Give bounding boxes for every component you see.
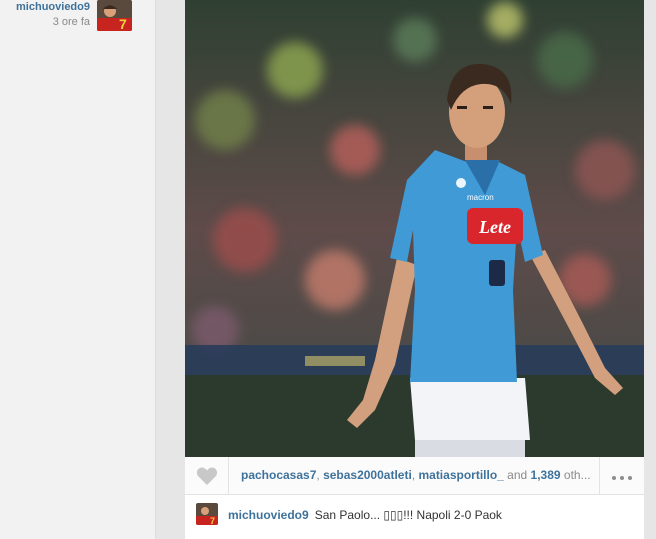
caption-username[interactable]: michuoviedo9 (228, 508, 309, 522)
caption-text-line: michuoviedo9 San Paolo... ▯▯▯!!! Napoli 2… (228, 508, 502, 522)
liker-link[interactable]: pachocasas7 (241, 468, 316, 482)
post-actions: pachocasas7, sebas2000atleti, matiasport… (185, 457, 644, 495)
likes-others: oth... (560, 468, 591, 482)
heart-icon (196, 466, 217, 485)
ellipsis-icon (610, 467, 634, 485)
post-timestamp: 3 ore fa (52, 16, 90, 28)
post-author: michuoviedo9 3 ore fa (0, 0, 90, 29)
liker-link[interactable]: sebas2000atleti (323, 468, 412, 482)
column-gutter (155, 0, 186, 539)
post-photo[interactable]: Lete macron (185, 0, 644, 457)
avatar[interactable]: 7 (97, 0, 132, 31)
caption-text: San Paolo... ▯▯▯!!! Napoli 2-0 Paok (314, 508, 502, 522)
like-button[interactable] (185, 457, 229, 494)
right-gutter (644, 0, 656, 539)
more-options-button[interactable] (599, 457, 644, 494)
liker-link[interactable]: matiasportillo_ (418, 468, 503, 482)
caption-avatar[interactable]: 7 (196, 503, 218, 525)
likes-and: and (503, 468, 531, 482)
post-caption: 7 michuoviedo9 San Paolo... ▯▯▯!!! Napoli… (185, 495, 644, 539)
svg-text:7: 7 (210, 516, 215, 525)
svg-text:7: 7 (119, 16, 127, 31)
post-username[interactable]: michuoviedo9 (0, 0, 90, 14)
likes-summary: pachocasas7, sebas2000atleti, matiasport… (241, 468, 601, 482)
kit-brand: macron (467, 193, 494, 202)
left-column (0, 0, 155, 539)
shirt-sponsor: Lete (478, 217, 511, 237)
likes-count[interactable]: 1,389 (531, 468, 561, 482)
